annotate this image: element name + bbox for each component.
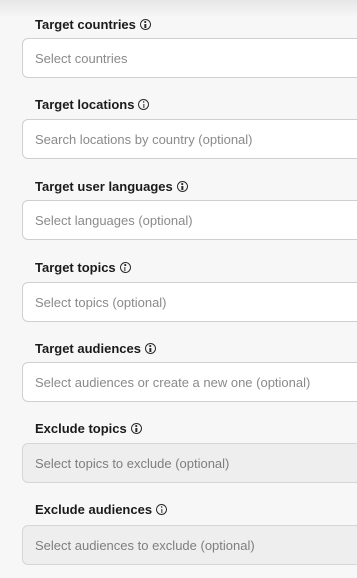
- info-icon[interactable]: [176, 180, 188, 192]
- field-label: Target audiences: [35, 340, 141, 356]
- info-icon[interactable]: [119, 261, 131, 273]
- placeholder-text: Select topics (optional): [35, 294, 167, 310]
- field-label-row: Exclude topics: [35, 419, 142, 437]
- field-label: Target topics: [35, 259, 116, 275]
- info-icon[interactable]: [144, 342, 156, 354]
- field-label: Target locations: [35, 96, 135, 112]
- field-label: Target countries: [35, 16, 136, 32]
- placeholder-text: Select audiences or create a new one (op…: [35, 374, 311, 390]
- info-icon[interactable]: [156, 503, 168, 515]
- audiences-select[interactable]: Select audiences or create a new one (op…: [22, 362, 357, 402]
- info-icon[interactable]: [139, 18, 151, 30]
- placeholder-text: Select audiences to exclude (optional): [35, 537, 255, 553]
- info-icon[interactable]: [130, 422, 142, 434]
- field-label-row: Target topics: [35, 258, 131, 276]
- field-label-row: Target locations: [35, 95, 150, 113]
- exclude-audiences-select[interactable]: Select audiences to exclude (optional): [22, 525, 357, 565]
- placeholder-text: Select languages (optional): [35, 212, 193, 228]
- languages-select[interactable]: Select languages (optional): [22, 200, 357, 240]
- exclude-topics-select[interactable]: Select topics to exclude (optional): [22, 443, 357, 483]
- field-label-row: Target audiences: [35, 339, 156, 357]
- countries-select[interactable]: Select countries: [22, 38, 357, 78]
- field-label: Target user languages: [35, 178, 173, 194]
- placeholder-text: Select countries: [35, 50, 128, 66]
- locations-search-input[interactable]: Search locations by country (optional): [22, 119, 357, 159]
- placeholder-text: Search locations by country (optional): [35, 131, 253, 147]
- info-icon[interactable]: [138, 98, 150, 110]
- field-label-row: Target countries: [35, 15, 151, 33]
- field-label: Exclude topics: [35, 420, 127, 436]
- field-label: Exclude audiences: [35, 501, 153, 517]
- topics-select[interactable]: Select topics (optional): [22, 282, 357, 322]
- field-label-row: Exclude audiences: [35, 500, 168, 518]
- field-label-row: Target user languages: [35, 177, 188, 195]
- placeholder-text: Select topics to exclude (optional): [35, 455, 230, 471]
